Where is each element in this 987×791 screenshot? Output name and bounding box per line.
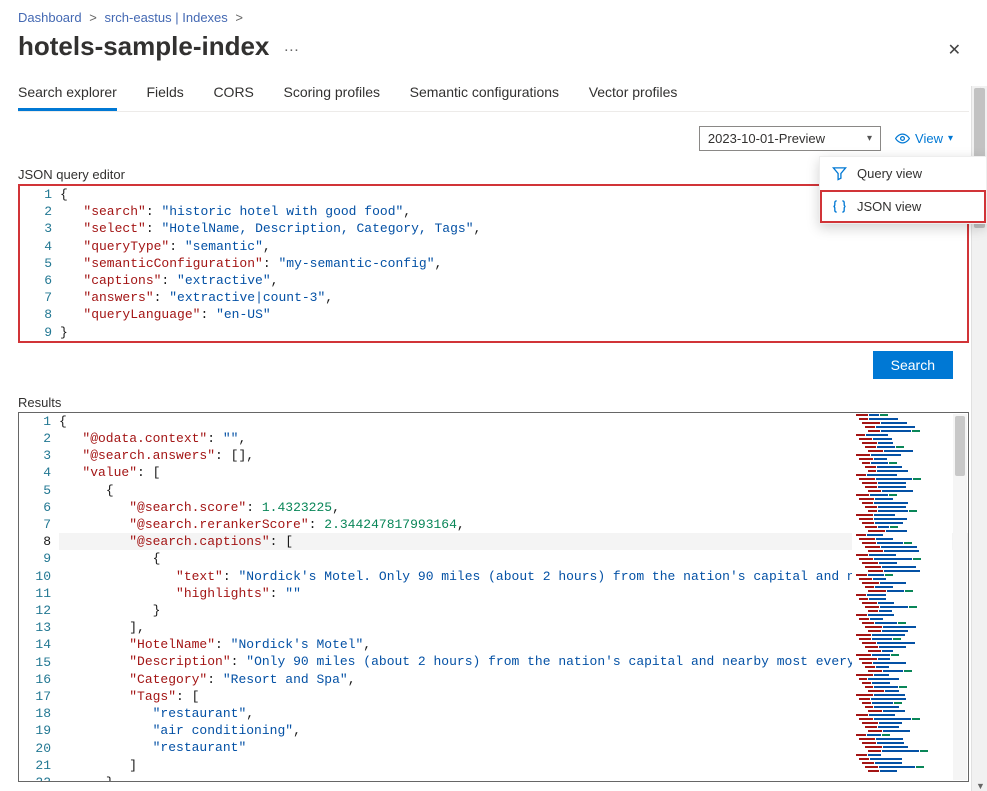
chevron-down-icon: ▾ [867,133,872,144]
view-menu-query[interactable]: Query view [820,157,986,190]
more-actions-icon[interactable]: … [269,38,300,56]
results-scrollbar[interactable] [953,414,967,780]
tab-fields[interactable]: Fields [146,84,183,108]
chevron-right-icon: > [85,10,101,25]
tab-semantic-configurations[interactable]: Semantic configurations [410,84,559,108]
minimap[interactable] [852,414,952,780]
search-button[interactable]: Search [873,351,953,379]
braces-icon [832,199,847,214]
tab-scoring-profiles[interactable]: Scoring profiles [284,84,381,108]
tab-vector-profiles[interactable]: Vector profiles [589,84,678,108]
tab-search-explorer[interactable]: Search explorer [18,84,117,111]
close-icon[interactable]: ✕ [948,40,961,60]
results-label: Results [18,395,969,410]
results-viewer[interactable]: 123456789101112131415161718192021222324{… [18,412,969,782]
view-dropdown-menu: Query view JSON view [819,156,987,224]
view-dropdown-button[interactable]: View ▾ [895,131,953,146]
eye-icon [895,131,910,146]
chevron-down-icon: ▾ [948,133,953,144]
scroll-down-icon[interactable]: ▼ [976,781,985,791]
page-title: hotels-sample-index [18,31,269,62]
breadcrumb: Dashboard > srch-eastus | Indexes > [18,0,969,25]
api-version-select[interactable]: 2023-10-01-Preview ▾ [699,126,881,151]
filter-icon [832,166,847,181]
chevron-right-icon: > [231,10,247,25]
tabs: Search explorer Fields CORS Scoring prof… [18,84,969,112]
view-menu-json[interactable]: JSON view [820,190,986,223]
breadcrumb-item[interactable]: Dashboard [18,10,82,25]
breadcrumb-item[interactable]: srch-eastus | Indexes [104,10,227,25]
api-version-value: 2023-10-01-Preview [708,131,825,146]
tab-cors[interactable]: CORS [213,84,253,108]
